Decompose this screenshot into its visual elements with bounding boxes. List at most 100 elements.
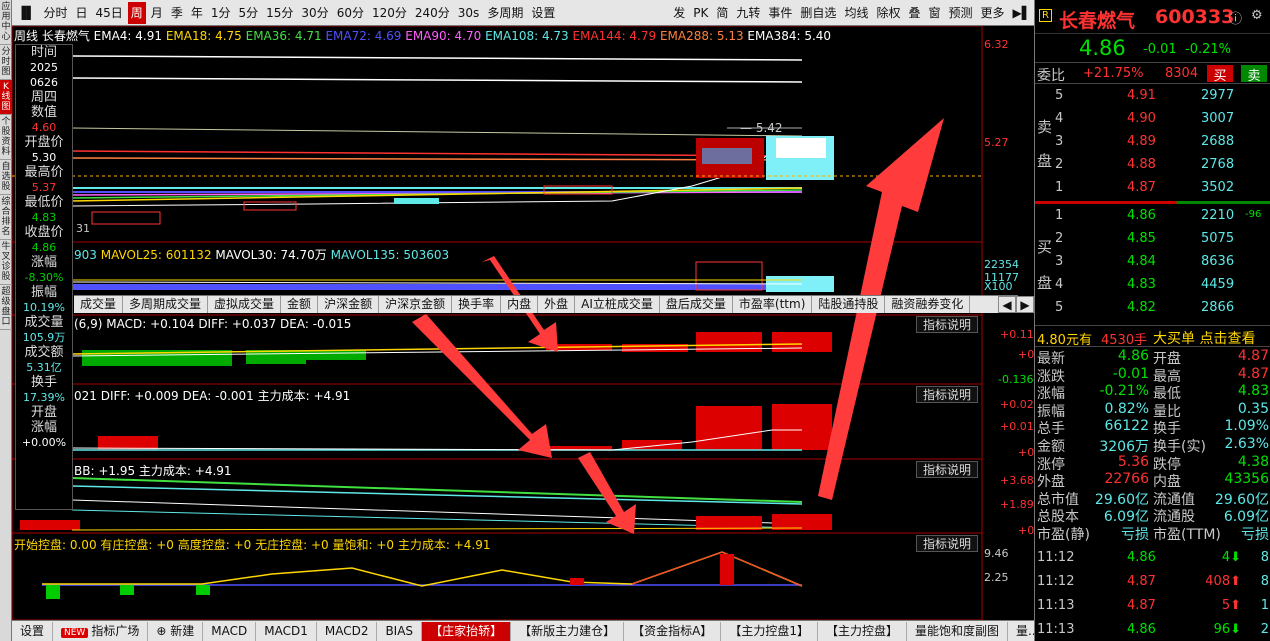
toolbar-item-9[interactable]: 15分 [263,2,296,24]
settings-icon[interactable]: ⚙ [1251,8,1263,23]
bid-row[interactable]: 2 4.85 5075 [1035,231,1270,249]
bid-row[interactable]: 3 4.84 8636 [1035,254,1270,272]
toolbar-right-11[interactable]: 更多 [978,2,1008,24]
toolbar-item-11[interactable]: 60分 [334,2,367,24]
ma-item-4: EMA90: 4.70 [405,29,486,43]
toolbar-right-2[interactable]: 简 [713,2,731,24]
indicator-tab-11[interactable]: 市盈率(ttm) [733,296,813,313]
price-axis-mid: 5.27 [984,136,1009,149]
indicator-tab-13[interactable]: 融资融券变化 [885,296,971,313]
indicator-tab-7[interactable]: 内盘 [501,296,539,313]
sidebar-item-4[interactable]: 自选股 [0,160,12,195]
indicator-tab-6[interactable]: 换手率 [452,296,502,313]
bottom-tab-10[interactable]: 【主力控盘1】 [721,621,818,641]
toolbar-item-13[interactable]: 240分 [412,2,453,24]
toolbar-item-12[interactable]: 120分 [369,2,410,24]
toolbar-right-7[interactable]: 除权 [873,2,903,24]
indicator-tab-12[interactable]: 陆股通持股 [812,296,886,313]
toolbar-right-5[interactable]: 删自选 [797,2,839,24]
toolbar-item-16[interactable]: 设置 [528,2,558,24]
toolbar-item-4[interactable]: 月 [148,2,166,24]
indicator-tab-5[interactable]: 沪深京金额 [379,296,453,313]
indicator-tab-0[interactable]: 成交量 [74,296,124,313]
sidebar-item-7[interactable]: 超级盘口 [0,285,12,330]
toolbar-right-10[interactable]: 预测 [946,2,976,24]
ma-item-0: EMA4: 4.91 [93,29,166,43]
sell-button[interactable]: 卖 [1241,65,1267,84]
toolbar-item-3[interactable]: 周 [127,1,146,24]
ask-level: 3 [1055,134,1064,149]
indicator-tab-9[interactable]: AI立桩成交量 [575,296,660,313]
bottom-tab-7[interactable]: 【庄家抬轿】 [422,621,512,641]
ask-volume: 2977 [1201,88,1235,103]
ask-level: 2 [1055,157,1064,172]
sidebar-item-1[interactable]: 分时图 [0,45,12,80]
indicator-tab-2[interactable]: 虚拟成交量 [208,296,282,313]
toolbar-right-9[interactable]: 窗 [925,2,943,24]
toolbar-item-6[interactable]: 年 [188,2,206,24]
bottom-tab-13[interactable]: 量... [1008,622,1034,641]
sidebar-item-6[interactable]: 牛叉诊股 [0,240,12,285]
toolbar-item-15[interactable]: 多周期 [484,2,526,24]
sidebar-item-5[interactable]: 综合排名 [0,195,12,240]
chart-mode-icon[interactable]: ▐▌ [14,2,38,24]
toolbar-item-7[interactable]: 1分 [208,2,234,24]
toolbar-right-3[interactable]: 九转 [733,2,763,24]
toolbar-right-1[interactable]: PK [690,2,711,24]
toolbar-item-10[interactable]: 30分 [298,2,331,24]
bid-row[interactable]: 4 4.83 4459 [1035,277,1270,295]
bottom-tab-4[interactable]: MACD1 [256,621,317,641]
bottom-tab-9[interactable]: 【资金指标A】 [624,621,722,641]
ind3-help-button[interactable]: 指标说明 [916,461,978,478]
bottom-tab-1[interactable]: NEW 指标广场 [53,621,149,641]
toolbar-right-6[interactable]: 均线 [841,2,871,24]
ask-row[interactable]: 3 4.89 2688 [1035,134,1270,152]
indicator-tab-3[interactable]: 金额 [281,296,319,313]
buy-button[interactable]: 买 [1207,65,1233,84]
bottom-tab-12[interactable]: 量能饱和度副图 [907,621,1008,641]
bottom-tab-5[interactable]: MACD2 [317,621,378,641]
toolbar-right-8[interactable]: 叠 [905,2,923,24]
ask-row[interactable]: 5 4.91 2977 [1035,88,1270,106]
sidebar-item-0[interactable]: 应用中心 [0,0,12,45]
bid-level: 3 [1055,254,1064,269]
toolbar-item-14[interactable]: 30s [455,2,483,24]
indicator-tab-1[interactable]: 多周期成交量 [123,296,209,313]
ind2-help-button[interactable]: 指标说明 [916,386,978,403]
bottom-tab-11[interactable]: 【主力控盘】 [818,621,907,641]
info-icon[interactable]: ⓘ [1229,8,1242,27]
macd-help-button[interactable]: 指标说明 [916,316,978,333]
ask-level: 5 [1055,88,1064,103]
ind4-legend: 开始控盘: 0.00 有庄控盘: +0 高度控盘: +0 无庄控盘: +0 量饱… [14,538,491,552]
toolbar-item-1[interactable]: 日 [72,2,90,24]
bid-row[interactable]: 5 4.82 2866 [1035,300,1270,318]
tabs-prev-button[interactable]: ◀ [998,296,1016,313]
toolbar-item-2[interactable]: 45日 [93,2,126,24]
ind4-help-button[interactable]: 指标说明 [916,535,978,552]
new-badge: NEW [61,627,89,638]
bottom-tab-8[interactable]: 【新版主力建仓】 [511,621,625,641]
sidebar-item-2[interactable]: K线图 [0,80,12,115]
bid-row[interactable]: 1 4.86 2210 -96 [1035,208,1270,226]
toolbar-item-0[interactable]: 分时 [40,2,70,24]
toolbar-expand-icon[interactable]: ▶▌ [1010,2,1034,24]
tabs-next-button[interactable]: ▶ [1016,296,1034,313]
ask-row[interactable]: 4 4.90 3007 [1035,111,1270,129]
ask-row[interactable]: 1 4.87 3502 [1035,180,1270,198]
big-order-bar[interactable]: 4.80元有 4530手 大买单 点击查看 [1035,325,1270,348]
indicator-tab-4[interactable]: 沪深金额 [318,296,380,313]
bottom-tab-2[interactable]: ⊕ 新建 [148,621,204,641]
bottom-tab-6[interactable]: BIAS [377,621,423,641]
quote-row: 总市值 29.60亿 流通值 29.60亿 [1035,489,1270,508]
sidebar-item-3[interactable]: 个股资料 [0,115,12,160]
toolbar-right-0[interactable]: 发 [670,2,688,24]
bottom-tab-0[interactable]: 设置 [12,621,54,641]
big-order-link[interactable]: 大买单 点击查看 [1153,328,1255,348]
toolbar-right-4[interactable]: 事件 [765,2,795,24]
indicator-tab-8[interactable]: 外盘 [538,296,576,313]
indicator-tab-10[interactable]: 盘后成交量 [660,296,733,313]
bottom-tab-3[interactable]: MACD [203,621,257,641]
toolbar-item-5[interactable]: 季 [168,2,186,24]
toolbar-item-8[interactable]: 5分 [235,2,261,24]
ask-row[interactable]: 2 4.88 2768 [1035,157,1270,175]
